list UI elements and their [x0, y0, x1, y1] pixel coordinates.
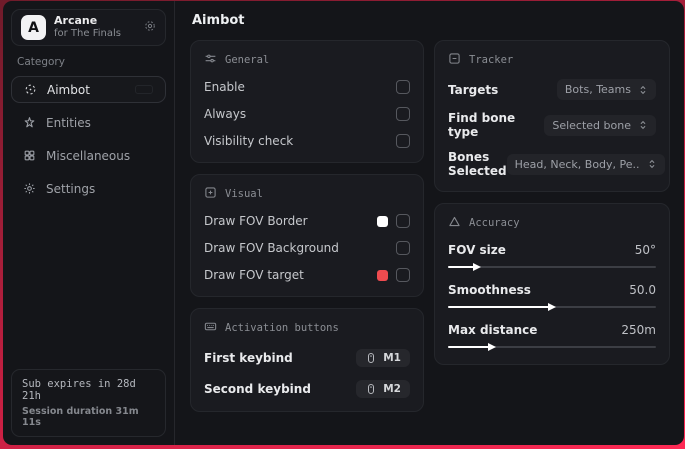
tracker-card: Tracker Targets Bots, Teams Find bone ty…: [434, 40, 670, 192]
slider-thumb[interactable]: [548, 302, 556, 311]
draw-fov-target-label: Draw FOV target: [204, 268, 304, 282]
brand-card: A Arcane for The Finals: [11, 9, 166, 46]
accuracy-card: Accuracy FOV size 50° Smoothness 50.0 Ma…: [434, 203, 670, 365]
card-title: Visual: [225, 188, 263, 200]
fov-size-label: FOV size: [448, 243, 506, 257]
fov-target-color-swatch[interactable]: [377, 269, 388, 281]
chevron-updown-icon: [640, 85, 646, 94]
card-title: Tracker: [469, 54, 514, 66]
gear-icon: [22, 182, 36, 196]
draw-fov-background-checkbox[interactable]: [396, 241, 410, 255]
sidebar-item-label: Settings: [46, 181, 96, 196]
sidebar-item-entities[interactable]: Entities: [11, 109, 166, 136]
card-title: Accuracy: [469, 217, 520, 229]
enable-label: Enable: [204, 80, 245, 94]
second-keybind-label: Second keybind: [204, 382, 311, 396]
visibility-check-label: Visibility check: [204, 134, 294, 148]
smoothness-value: 50.0: [629, 283, 656, 297]
draw-fov-target-checkbox[interactable]: [396, 268, 410, 282]
smoothness-slider[interactable]: [448, 302, 656, 311]
enable-checkbox[interactable]: [396, 80, 410, 94]
max-distance-label: Max distance: [448, 323, 538, 337]
slider-thumb[interactable]: [473, 262, 482, 271]
draw-fov-border-label: Draw FOV Border: [204, 214, 308, 228]
draw-fov-border-checkbox[interactable]: [396, 214, 410, 228]
bones-selected-dropdown[interactable]: Head, Neck, Body, Pe..: [506, 153, 665, 175]
sub-expiry-text: Sub expires in 28d 21h: [22, 378, 136, 402]
sliders-icon: [204, 52, 217, 68]
activation-buttons-card: Activation buttons First keybind M1 Seco…: [190, 308, 424, 412]
session-duration-text: Session duration 31m 11s: [22, 406, 139, 428]
fov-size-value: 50°: [634, 243, 656, 257]
targets-label: Targets: [448, 82, 499, 97]
find-bone-type-label: Find bone type: [448, 111, 516, 139]
always-checkbox[interactable]: [396, 107, 410, 121]
max-distance-value: 250m: [621, 323, 656, 337]
fov-size-slider[interactable]: [448, 262, 656, 271]
sidebar-item-aimbot[interactable]: Aimbot: [11, 76, 166, 103]
app-window: A Arcane for The Finals Category Aimbot: [3, 1, 684, 445]
smoothness-label: Smoothness: [448, 283, 531, 297]
sidebar: A Arcane for The Finals Category Aimbot: [3, 1, 175, 445]
fov-border-color-swatch[interactable]: [377, 215, 388, 227]
always-label: Always: [204, 107, 247, 121]
sidebar-item-label: Aimbot: [47, 82, 90, 97]
general-card: General Enable Always Visibility check: [190, 40, 424, 163]
sidebar-item-label: Miscellaneous: [46, 148, 131, 163]
first-keybind-button[interactable]: M1: [356, 349, 410, 367]
sidebar-item-settings[interactable]: Settings: [11, 175, 166, 202]
chevron-updown-icon: [640, 120, 646, 130]
visual-icon: [204, 186, 217, 202]
visual-card: Visual Draw FOV Border Draw FOV Backgrou…: [190, 174, 424, 297]
category-label: Category: [17, 56, 65, 68]
brand-name: Arcane: [54, 14, 98, 28]
targets-dropdown[interactable]: Bots, Teams: [556, 79, 656, 100]
sidebar-item-miscellaneous[interactable]: Miscellaneous: [11, 142, 166, 169]
brand-logo: A: [21, 15, 46, 40]
visibility-check-checkbox[interactable]: [396, 134, 410, 148]
crosshair-icon: [23, 83, 37, 97]
find-bone-type-dropdown[interactable]: Selected bone: [544, 114, 656, 136]
sidebar-item-label: Entities: [46, 115, 91, 130]
page-title: Aimbot: [192, 13, 245, 28]
triangle-icon: [448, 215, 461, 231]
keyboard-icon: [204, 320, 217, 336]
brand-gear-icon[interactable]: [144, 20, 156, 35]
brand-subtitle: for The Finals: [54, 28, 121, 40]
subscription-status-card: Sub expires in 28d 21h Session duration …: [11, 369, 166, 437]
first-keybind-label: First keybind: [204, 351, 293, 365]
tracker-icon: [448, 52, 461, 68]
entities-icon: [22, 116, 36, 130]
max-distance-slider[interactable]: [448, 342, 656, 351]
chevron-updown-icon: [649, 159, 654, 169]
slider-thumb[interactable]: [487, 342, 496, 351]
mouse-icon: [368, 384, 375, 394]
main-content: Aimbot General Enable Always Visibility …: [176, 1, 684, 445]
second-keybind-button[interactable]: M2: [356, 380, 410, 398]
grid-icon: [22, 149, 36, 163]
bones-selected-label: Bones Selected: [448, 150, 507, 178]
hotkey-hint: [135, 85, 153, 94]
card-title: Activation buttons: [225, 322, 339, 334]
card-title: General: [225, 54, 270, 66]
draw-fov-background-label: Draw FOV Background: [204, 241, 339, 255]
mouse-icon: [368, 353, 375, 363]
